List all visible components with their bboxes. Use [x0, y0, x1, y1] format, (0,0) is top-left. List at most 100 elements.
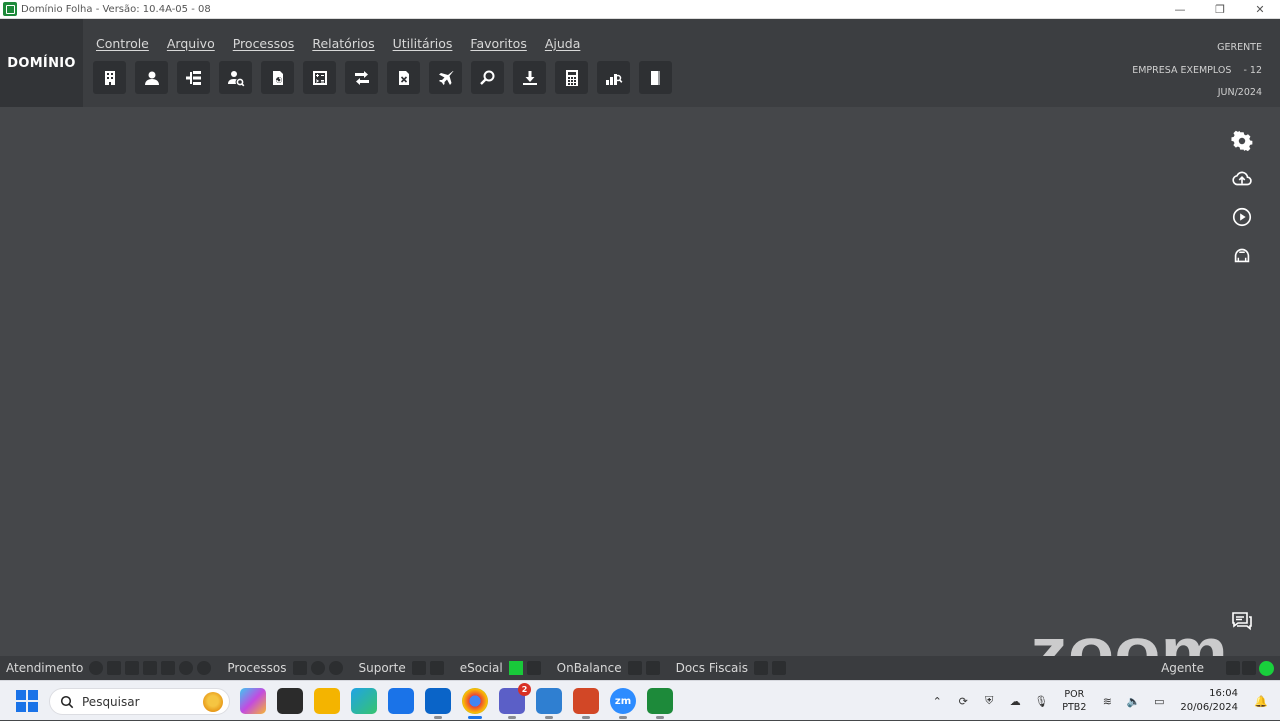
agent-label[interactable]: Agente: [1161, 661, 1204, 675]
menu-relatorios[interactable]: Relatórios: [312, 36, 374, 51]
chrome-app[interactable]: [462, 688, 488, 719]
status-indicator: [772, 661, 786, 675]
menu-ajuda[interactable]: Ajuda: [545, 36, 581, 51]
calculator-button[interactable]: [555, 61, 588, 94]
vacation-button[interactable]: [429, 61, 462, 94]
status-suporte[interactable]: Suporte: [359, 661, 448, 675]
zoom-app[interactable]: zm: [610, 688, 636, 719]
menu-processos[interactable]: Processos: [233, 36, 295, 51]
file-explorer-app[interactable]: [314, 688, 340, 714]
chevron-up-icon[interactable]: ⌃: [928, 692, 946, 710]
chart-search-button[interactable]: [597, 61, 630, 94]
teams-app[interactable]: 2: [499, 683, 531, 719]
building-icon: [104, 70, 115, 85]
status-indicator: [411, 661, 426, 675]
status-onbalance[interactable]: OnBalance: [557, 661, 664, 675]
cloud-upload-icon: [1232, 171, 1252, 186]
minimize-button[interactable]: —: [1160, 0, 1200, 19]
user-role: GERENTE: [1217, 42, 1262, 53]
windows-logo-tile: [28, 702, 38, 712]
language-indicator[interactable]: POR PTB2: [1062, 688, 1086, 714]
person-icon: [144, 71, 159, 85]
zoom-app-label: zm: [614, 695, 632, 707]
menu-utilitarios[interactable]: Utilitários: [393, 36, 453, 51]
status-docs-fiscais[interactable]: Docs Fiscais: [676, 661, 790, 675]
copilot-app[interactable]: [240, 688, 266, 714]
search-button[interactable]: [471, 61, 504, 94]
support-button[interactable]: [1230, 243, 1254, 267]
search-placeholder: Pesquisar: [82, 694, 140, 709]
status-indicator: [125, 661, 140, 675]
person-search-button[interactable]: [219, 61, 252, 94]
outlook-app[interactable]: [425, 688, 451, 719]
employee-button[interactable]: [135, 61, 168, 94]
task-view-app[interactable]: [277, 688, 303, 714]
period[interactable]: JUN/2024: [1132, 82, 1262, 105]
cloud-upload-button[interactable]: [1230, 167, 1254, 191]
status-indicator: [1226, 661, 1240, 675]
status-processos[interactable]: Processos: [227, 661, 346, 675]
microphone-icon[interactable]: 🎙: [1032, 692, 1050, 710]
volume-icon[interactable]: 🔈: [1124, 692, 1142, 710]
connection-status-dot: [1259, 661, 1274, 676]
dominio-app[interactable]: [647, 688, 673, 719]
onedrive-cloud-icon[interactable]: ☁: [1006, 692, 1024, 710]
taskbar-search[interactable]: Pesquisar: [49, 688, 230, 715]
start-button[interactable]: [16, 690, 38, 712]
restore-button[interactable]: ❐: [1200, 0, 1240, 19]
notification-bell-icon[interactable]: 🔔: [1252, 692, 1270, 710]
document-x-icon: [398, 70, 409, 85]
company-info[interactable]: EMPRESA EXEMPLOS - 12: [1132, 60, 1262, 83]
powerpoint-app[interactable]: [573, 688, 599, 719]
hierarchy-button[interactable]: [177, 61, 210, 94]
sync-icon[interactable]: ⟳: [954, 692, 972, 710]
edge-app[interactable]: [351, 688, 377, 714]
chat-icon[interactable]: [1230, 608, 1254, 632]
status-indicator: [161, 661, 176, 675]
settings-button[interactable]: [1230, 129, 1254, 153]
store-app[interactable]: [388, 688, 414, 714]
wifi-icon[interactable]: ≋: [1098, 692, 1116, 710]
book-button[interactable]: [639, 61, 672, 94]
shield-icon[interactable]: ⛨: [980, 692, 998, 710]
status-indicator: [1242, 661, 1256, 675]
play-icon: [1232, 207, 1252, 227]
status-indicator: [310, 661, 325, 675]
company-name: EMPRESA EXEMPLOS: [1132, 64, 1232, 76]
status-indicator: [429, 661, 444, 675]
status-esocial[interactable]: eSocial: [460, 661, 545, 675]
clock[interactable]: 16:04 20/06/2024: [1180, 687, 1238, 715]
transfer-button[interactable]: [345, 61, 378, 94]
menu-favoritos[interactable]: Favoritos: [470, 36, 526, 51]
status-onbalance-label: OnBalance: [556, 661, 622, 675]
taskbar-apps: 2 zm: [240, 683, 673, 719]
menu-bar: Controle Arquivo Processos Relatórios Ut…: [96, 36, 598, 51]
document-refresh-button[interactable]: [261, 61, 294, 94]
building-button[interactable]: [93, 61, 126, 94]
close-button[interactable]: ✕: [1240, 0, 1280, 19]
menu-arquivo[interactable]: Arquivo: [167, 36, 215, 51]
transfer-icon: [354, 70, 369, 85]
main-workspace: [0, 107, 1280, 656]
app-header: DOMÍNIO Controle Arquivo Processos Relat…: [0, 19, 1280, 107]
status-atendimento-label: Atendimento: [6, 661, 84, 675]
app-indicator: [508, 716, 516, 719]
calc-sheet-button[interactable]: [303, 61, 336, 94]
battery-icon[interactable]: ▭: [1150, 692, 1168, 710]
company-code: - 12: [1243, 64, 1262, 76]
app-indicator: [656, 716, 664, 719]
status-suporte-label: Suporte: [358, 661, 406, 675]
document-refresh-icon: [272, 70, 283, 85]
book-icon: [650, 70, 660, 85]
language-code: POR: [1064, 689, 1085, 700]
window-titlebar: Domínio Folha - Versão: 10.4A-05 - 08 — …: [0, 0, 1280, 19]
download-button[interactable]: [513, 61, 546, 94]
play-button[interactable]: [1230, 205, 1254, 229]
app-indicator: [468, 716, 482, 719]
status-atendimento[interactable]: Atendimento: [6, 661, 215, 675]
download-icon: [522, 70, 537, 85]
document-x-button[interactable]: [387, 61, 420, 94]
notification-badge: 2: [518, 683, 531, 696]
notepad-app[interactable]: [536, 688, 562, 719]
menu-controle[interactable]: Controle: [96, 36, 149, 51]
